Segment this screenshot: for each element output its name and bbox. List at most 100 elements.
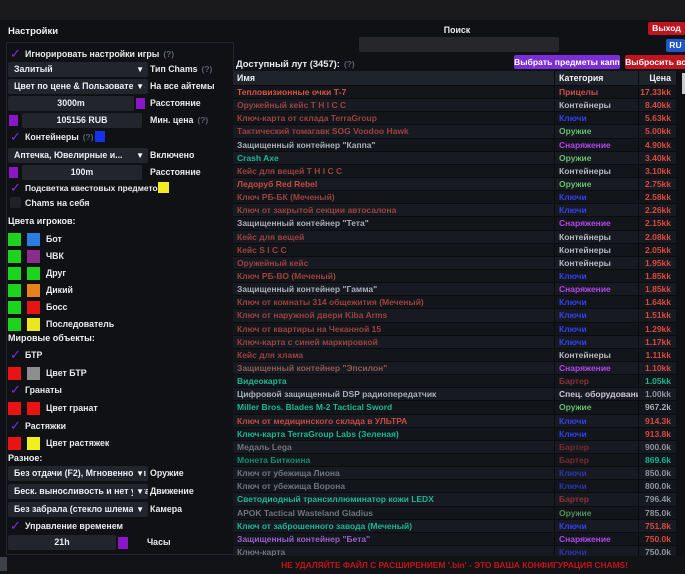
distance-label: Расстояние [150,97,201,110]
movement-select[interactable]: Беск. выносливость и нет уста [8,484,148,499]
loot-row[interactable]: Защищенный контейнер "Бета" Снаряжение 7… [233,532,676,545]
loot-item-price: 967.2k [638,401,676,413]
player-color-swatch-2[interactable] [27,301,40,314]
exit-button[interactable]: Выход [648,22,685,35]
loot-row[interactable]: Ледоруб Red Rebel Оружие 2.75kk [233,177,676,190]
player-color-swatch-1[interactable] [8,284,21,297]
loot-row[interactable]: Кейс для хлама Контейнеры 1.11kk [233,348,676,361]
world-color-swatch-2[interactable] [27,402,40,415]
loot-row[interactable]: Кейс S I C C Контейнеры 2.05kk [233,243,676,256]
loot-item-category: Ключи [554,336,638,348]
loot-row[interactable]: Оружейный кейс Контейнеры 1.95kk [233,256,676,269]
loot-row[interactable]: Медаль Lega Бартер 900.0k [233,440,676,453]
world-color-swatch-2[interactable] [27,437,40,450]
time-control-checkbox[interactable] [10,520,23,533]
ignore-game-checkbox[interactable] [10,48,23,61]
all-items-select[interactable]: Цвет по цене & Пользователь [8,79,148,94]
camera-select[interactable]: Без забрала (стекло шлема) [8,502,148,517]
player-color-swatch-1[interactable] [8,318,21,331]
min-price-color-swatch[interactable] [9,115,18,126]
loot-row[interactable]: Кейс для вещей Контейнеры 2.08kk [233,230,676,243]
world-color-swatch-1[interactable] [8,437,21,450]
loot-row[interactable]: Miller Bros. Blades M-2 Tactical Sword О… [233,400,676,413]
distance-input[interactable]: 3000m [8,96,134,111]
loot-row[interactable]: Ключ от убежища Ворона Ключи 800.0k [233,479,676,492]
world-object-row: Цвет растяжек [0,435,232,453]
world-color-swatch-2[interactable] [27,367,40,380]
player-color-swatch-2[interactable] [27,233,40,246]
player-color-swatch-1[interactable] [8,267,21,280]
loot-row[interactable]: Кейс для вещей T H I C C Контейнеры 3.10… [233,164,676,177]
loot-row[interactable]: Видеокарта Бартер 1.05kk [233,374,676,387]
world-color-swatch-1[interactable] [8,402,21,415]
loot-row[interactable]: Защищенный контейнер "Эпсилон" Снаряжени… [233,361,676,374]
loot-row[interactable]: Ключ от убежища Лиона Ключи 850.0k [233,466,676,479]
loot-row[interactable]: Ключ от медицинского склада в УЛЬТРА Клю… [233,414,676,427]
help-icon: (?) [83,132,94,142]
time-control-label: Управление временем [25,520,123,533]
chams-self-checkbox[interactable] [10,197,21,208]
table-scrollbar-track[interactable] [676,71,685,556]
search-input[interactable] [359,37,559,52]
loot-row[interactable]: Ключ-карта с синей маркировкой Ключи 1.1… [233,335,676,348]
player-color-swatch-1[interactable] [8,233,21,246]
containers-checkbox[interactable] [10,131,23,144]
loot-row[interactable]: Защищенный контейнер "Гамма" Снаряжение … [233,282,676,295]
loot-distance-color-swatch[interactable] [9,167,18,178]
containers-color-swatch[interactable] [95,131,105,142]
loot-distance-input[interactable]: 100m [22,165,142,180]
loot-row[interactable]: Ключ от квартиры на Чеканной 15 Ключи 1.… [233,322,676,335]
loot-row[interactable]: Ключ от наружной двери Kiba Arms Ключи 1… [233,308,676,321]
loot-row[interactable]: Ключ от комнаты 314 общежития (Меченый) … [233,295,676,308]
loot-row[interactable]: Ключ-карта TerraGroup Labs (Зеленая) Клю… [233,427,676,440]
player-color-swatch-2[interactable] [27,250,40,263]
player-color-swatch-2[interactable] [27,318,40,331]
player-color-swatch-2[interactable] [27,267,40,280]
loot-row[interactable]: Светодиодный трансиллюминатор кожи LEDX … [233,492,676,505]
world-color-swatch-1[interactable] [8,367,21,380]
hours-color-swatch[interactable] [118,537,128,549]
quest-highlight-label: Подсветка квестовых предметов [25,182,163,195]
loot-row[interactable]: APOK Tactical Wasteland Gladius Оружие 7… [233,506,676,519]
loot-row[interactable]: Ключ РБ-БК (Меченый) Ключи 2.58kk [233,190,676,203]
loot-row[interactable]: Цифровой защищенный DSP радиопередатчик … [233,387,676,400]
loot-filter-select[interactable]: Аптечка, Ювелирные и... [8,148,148,163]
world-object-checkbox[interactable] [10,349,23,362]
loot-item-name: Miller Bros. Blades M-2 Tactical Sword [233,401,554,413]
loot-row[interactable]: Защищенный контейнер "Тета" Снаряжение 2… [233,216,676,229]
loot-distance-label: Расстояние [150,166,201,179]
player-color-row: Друг [0,265,232,282]
loot-item-name: Ключ РБ-ВО (Меченый) [233,270,554,282]
player-color-swatch-2[interactable] [27,284,40,297]
player-color-swatch-1[interactable] [8,301,21,314]
loot-table-header: Имя Категория Цена [233,71,676,85]
loot-row[interactable]: Ключ РБ-ВО (Меченый) Ключи 1.85kk [233,269,676,282]
loot-row[interactable]: Crash Axe Оружие 3.40kk [233,151,676,164]
select-kappa-items-button[interactable]: Выбрать предметы каппа [514,55,620,69]
world-object-checkbox[interactable] [10,384,23,397]
world-objects-title: Мировые объекты: [8,333,95,343]
loot-row[interactable]: Ключ-карта от склада TerraGroup Ключи 5.… [233,111,676,124]
loot-item-category: Бартер [554,493,638,505]
loot-row[interactable]: Тактический томагавк SOG Voodoo Hawk Ору… [233,124,676,137]
loot-row[interactable]: Ключ-карта Ключи 750.0k [233,545,676,556]
player-color-swatch-1[interactable] [8,250,21,263]
quest-color-swatch[interactable] [158,182,169,193]
language-button[interactable]: RU [666,39,685,52]
distance-color-swatch[interactable] [136,98,145,109]
quest-highlight-checkbox[interactable] [10,182,23,195]
loot-row[interactable]: Ключ от заброшенного завода (Меченый) Кл… [233,519,676,532]
drop-all-button[interactable]: Выбросить все [625,55,685,69]
loot-row[interactable]: Защищенный контейнер "Каппа" Снаряжение … [233,138,676,151]
column-name: Имя [233,71,554,85]
column-price: Цена [638,71,676,85]
hours-input[interactable]: 21h [8,535,116,550]
loot-row[interactable]: Ключ от закрытой секции автосалона Ключи… [233,203,676,216]
loot-row[interactable]: Монета Биткоина Бартер 869.6k [233,453,676,466]
min-price-input[interactable]: 105156 RUB [22,113,142,128]
chams-type-select[interactable]: Залитый [8,62,148,77]
weapon-select[interactable]: Без отдачи (F2), Мгновенное п [8,466,148,481]
world-object-checkbox[interactable] [10,420,23,433]
loot-row[interactable]: Тепловизионные очки Т-7 Прицелы 17.33kk [233,85,676,98]
loot-row[interactable]: Оружейный кейс T H I C C Контейнеры 8.40… [233,98,676,111]
